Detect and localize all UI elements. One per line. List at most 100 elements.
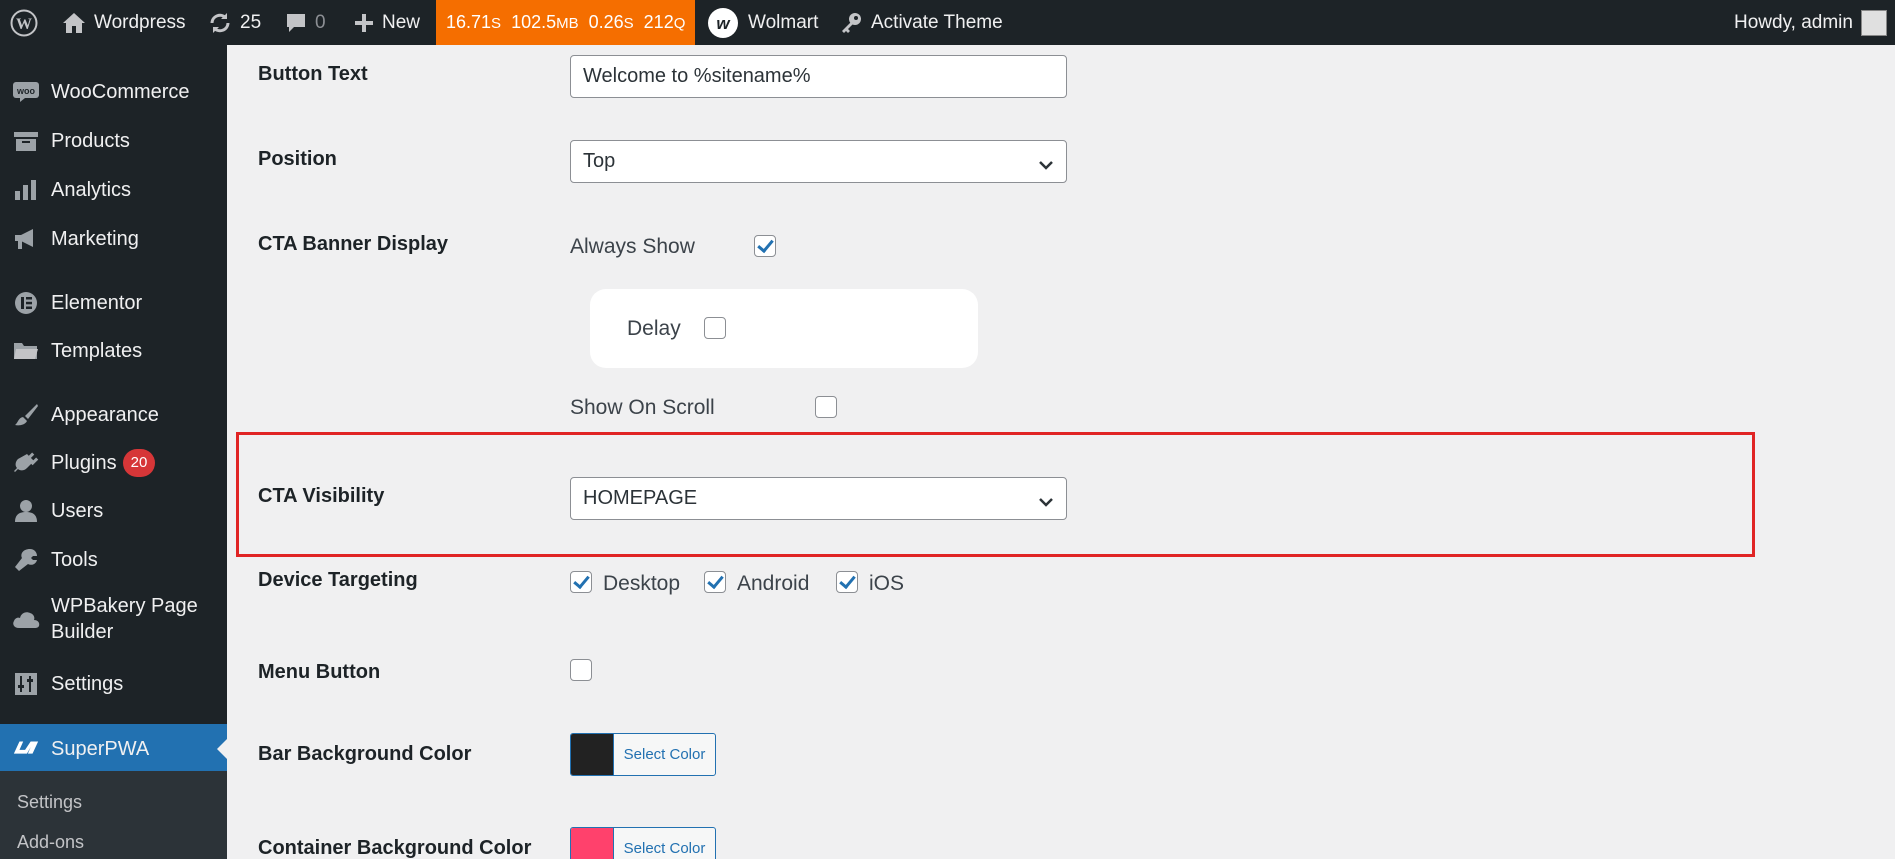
current-menu-arrow — [217, 739, 227, 759]
position-value: Top — [583, 150, 616, 172]
menu-products[interactable]: Products — [0, 128, 227, 154]
new-label: New — [382, 11, 421, 33]
menu-tools[interactable]: Tools — [0, 547, 227, 573]
site-name: Wordpress — [94, 11, 186, 33]
bar-bg-color-label: Bar Background Color — [258, 743, 472, 765]
megaphone-icon — [12, 225, 40, 253]
folder-icon — [12, 337, 40, 365]
site-name-link[interactable]: Wordpress — [62, 0, 186, 45]
superpwa-submenu: Settings Add-ons — [0, 771, 227, 859]
menu-plugins[interactable]: Plugins 20 — [0, 449, 227, 477]
key-icon — [839, 11, 863, 35]
comments-link[interactable]: 0 — [285, 0, 326, 45]
ios-label: iOS — [869, 572, 905, 595]
submenu-add-ons[interactable]: Add-ons — [17, 832, 84, 853]
wolmart-logo-icon: w — [706, 6, 740, 40]
updates-icon — [208, 11, 232, 35]
cloud-icon — [12, 605, 40, 633]
woo-icon: woo — [12, 78, 40, 106]
comments-count: 0 — [315, 11, 326, 33]
cta-visibility-select[interactable]: HOMEPAGE — [570, 477, 1067, 520]
wrench-icon — [12, 546, 40, 574]
position-select[interactable]: Top — [570, 140, 1067, 183]
menu-button-checkbox[interactable] — [570, 659, 592, 681]
query-monitor-stats[interactable]: 16.71S 102.5MB 0.26S 212Q — [436, 0, 696, 45]
menu-label: WPBakery Page Builder — [51, 595, 198, 643]
menu-label: Appearance — [51, 404, 159, 426]
user-icon — [12, 497, 40, 525]
device-targeting-label: Device Targeting — [258, 569, 418, 591]
menu-label: Users — [51, 500, 104, 522]
select-color-label: Select Color — [623, 746, 706, 763]
updates-count: 25 — [240, 11, 262, 33]
pwa-icon — [12, 735, 40, 763]
svg-text:W: W — [16, 16, 32, 33]
chevron-down-icon — [1038, 154, 1054, 177]
svg-text:w: w — [716, 14, 731, 33]
menu-marketing[interactable]: Marketing — [0, 226, 227, 252]
menu-label: Tools — [51, 549, 98, 571]
menu-woocommerce[interactable]: woo WooCommerce — [0, 79, 227, 105]
position-label: Position — [258, 148, 337, 170]
bar-bg-color-picker[interactable]: Select Color — [570, 733, 716, 776]
color-swatch — [571, 828, 614, 859]
color-swatch — [571, 734, 614, 775]
menu-users[interactable]: Users — [0, 498, 227, 524]
menu-label: Plugins 20 — [51, 449, 156, 477]
button-text-input[interactable]: Welcome to %sitename% — [570, 55, 1067, 98]
menu-label: Marketing — [51, 228, 139, 250]
menu-templates[interactable]: Templates — [0, 338, 227, 364]
menu-superpwa[interactable]: SuperPWA — [0, 724, 227, 774]
cta-banner-display-label: CTA Banner Display — [258, 233, 449, 255]
menu-analytics[interactable]: Analytics — [0, 177, 227, 203]
cta-visibility-value: HOMEPAGE — [583, 487, 698, 509]
plugins-count-badge: 20 — [122, 449, 156, 477]
android-checkbox[interactable] — [704, 571, 726, 593]
theme-name: Wolmart — [748, 11, 819, 33]
activate-theme-label: Activate Theme — [871, 11, 1003, 33]
always-show-label: Always Show — [570, 235, 695, 258]
wordpress-logo-icon[interactable]: W — [10, 0, 38, 45]
cta-visibility-label: CTA Visibility — [258, 485, 385, 507]
new-content-link[interactable]: New — [354, 0, 420, 45]
comment-icon — [285, 12, 307, 34]
qm-db-time: 0.26S — [588, 12, 634, 32]
qm-memory: 102.5MB — [511, 12, 579, 32]
theme-link[interactable]: w Wolmart — [706, 0, 818, 45]
delay-checkbox[interactable] — [704, 317, 726, 339]
android-label: Android — [737, 572, 810, 595]
sliders-icon — [12, 670, 40, 698]
howdy-label: Howdy, admin — [1734, 11, 1853, 33]
menu-label: SuperPWA — [51, 738, 150, 760]
svg-text:woo: woo — [16, 86, 35, 96]
activate-theme-link[interactable]: Activate Theme — [839, 0, 1003, 45]
submenu-settings[interactable]: Settings — [17, 792, 82, 813]
desktop-checkbox[interactable] — [570, 571, 592, 593]
admin-bar: W Wordpress 25 0 New 16.71S 102.5MB 0.26… — [0, 0, 1895, 45]
menu-elementor[interactable]: Elementor — [0, 290, 227, 316]
bar-chart-icon — [12, 176, 40, 204]
menu-label: Products — [51, 130, 130, 152]
menu-label: WooCommerce — [51, 81, 190, 103]
menu-button-label: Menu Button — [258, 661, 381, 683]
select-color-label: Select Color — [623, 840, 706, 857]
settings-form: Button Text Welcome to %sitename% Positi… — [227, 45, 1895, 859]
menu-label: Templates — [51, 340, 143, 362]
menu-settings[interactable]: Settings — [0, 671, 227, 697]
archive-icon — [12, 127, 40, 155]
ios-checkbox[interactable] — [836, 571, 858, 593]
qm-queries: 212Q — [643, 12, 686, 32]
container-bg-color-picker[interactable]: Select Color — [570, 827, 716, 859]
menu-label: Settings — [51, 673, 124, 695]
container-bg-color-label: Container Background Color — [258, 837, 532, 859]
account-menu[interactable]: Howdy, admin — [1734, 0, 1887, 45]
updates-link[interactable]: 25 — [208, 0, 261, 45]
menu-label: Analytics — [51, 179, 132, 201]
menu-label: Elementor — [51, 292, 143, 314]
chevron-down-icon — [1038, 491, 1054, 514]
always-show-checkbox[interactable] — [754, 235, 776, 257]
show-on-scroll-checkbox[interactable] — [815, 396, 837, 418]
menu-wpbakery[interactable]: WPBakery Page Builder — [0, 593, 227, 645]
menu-appearance[interactable]: Appearance — [0, 402, 227, 428]
plus-icon — [354, 13, 374, 33]
